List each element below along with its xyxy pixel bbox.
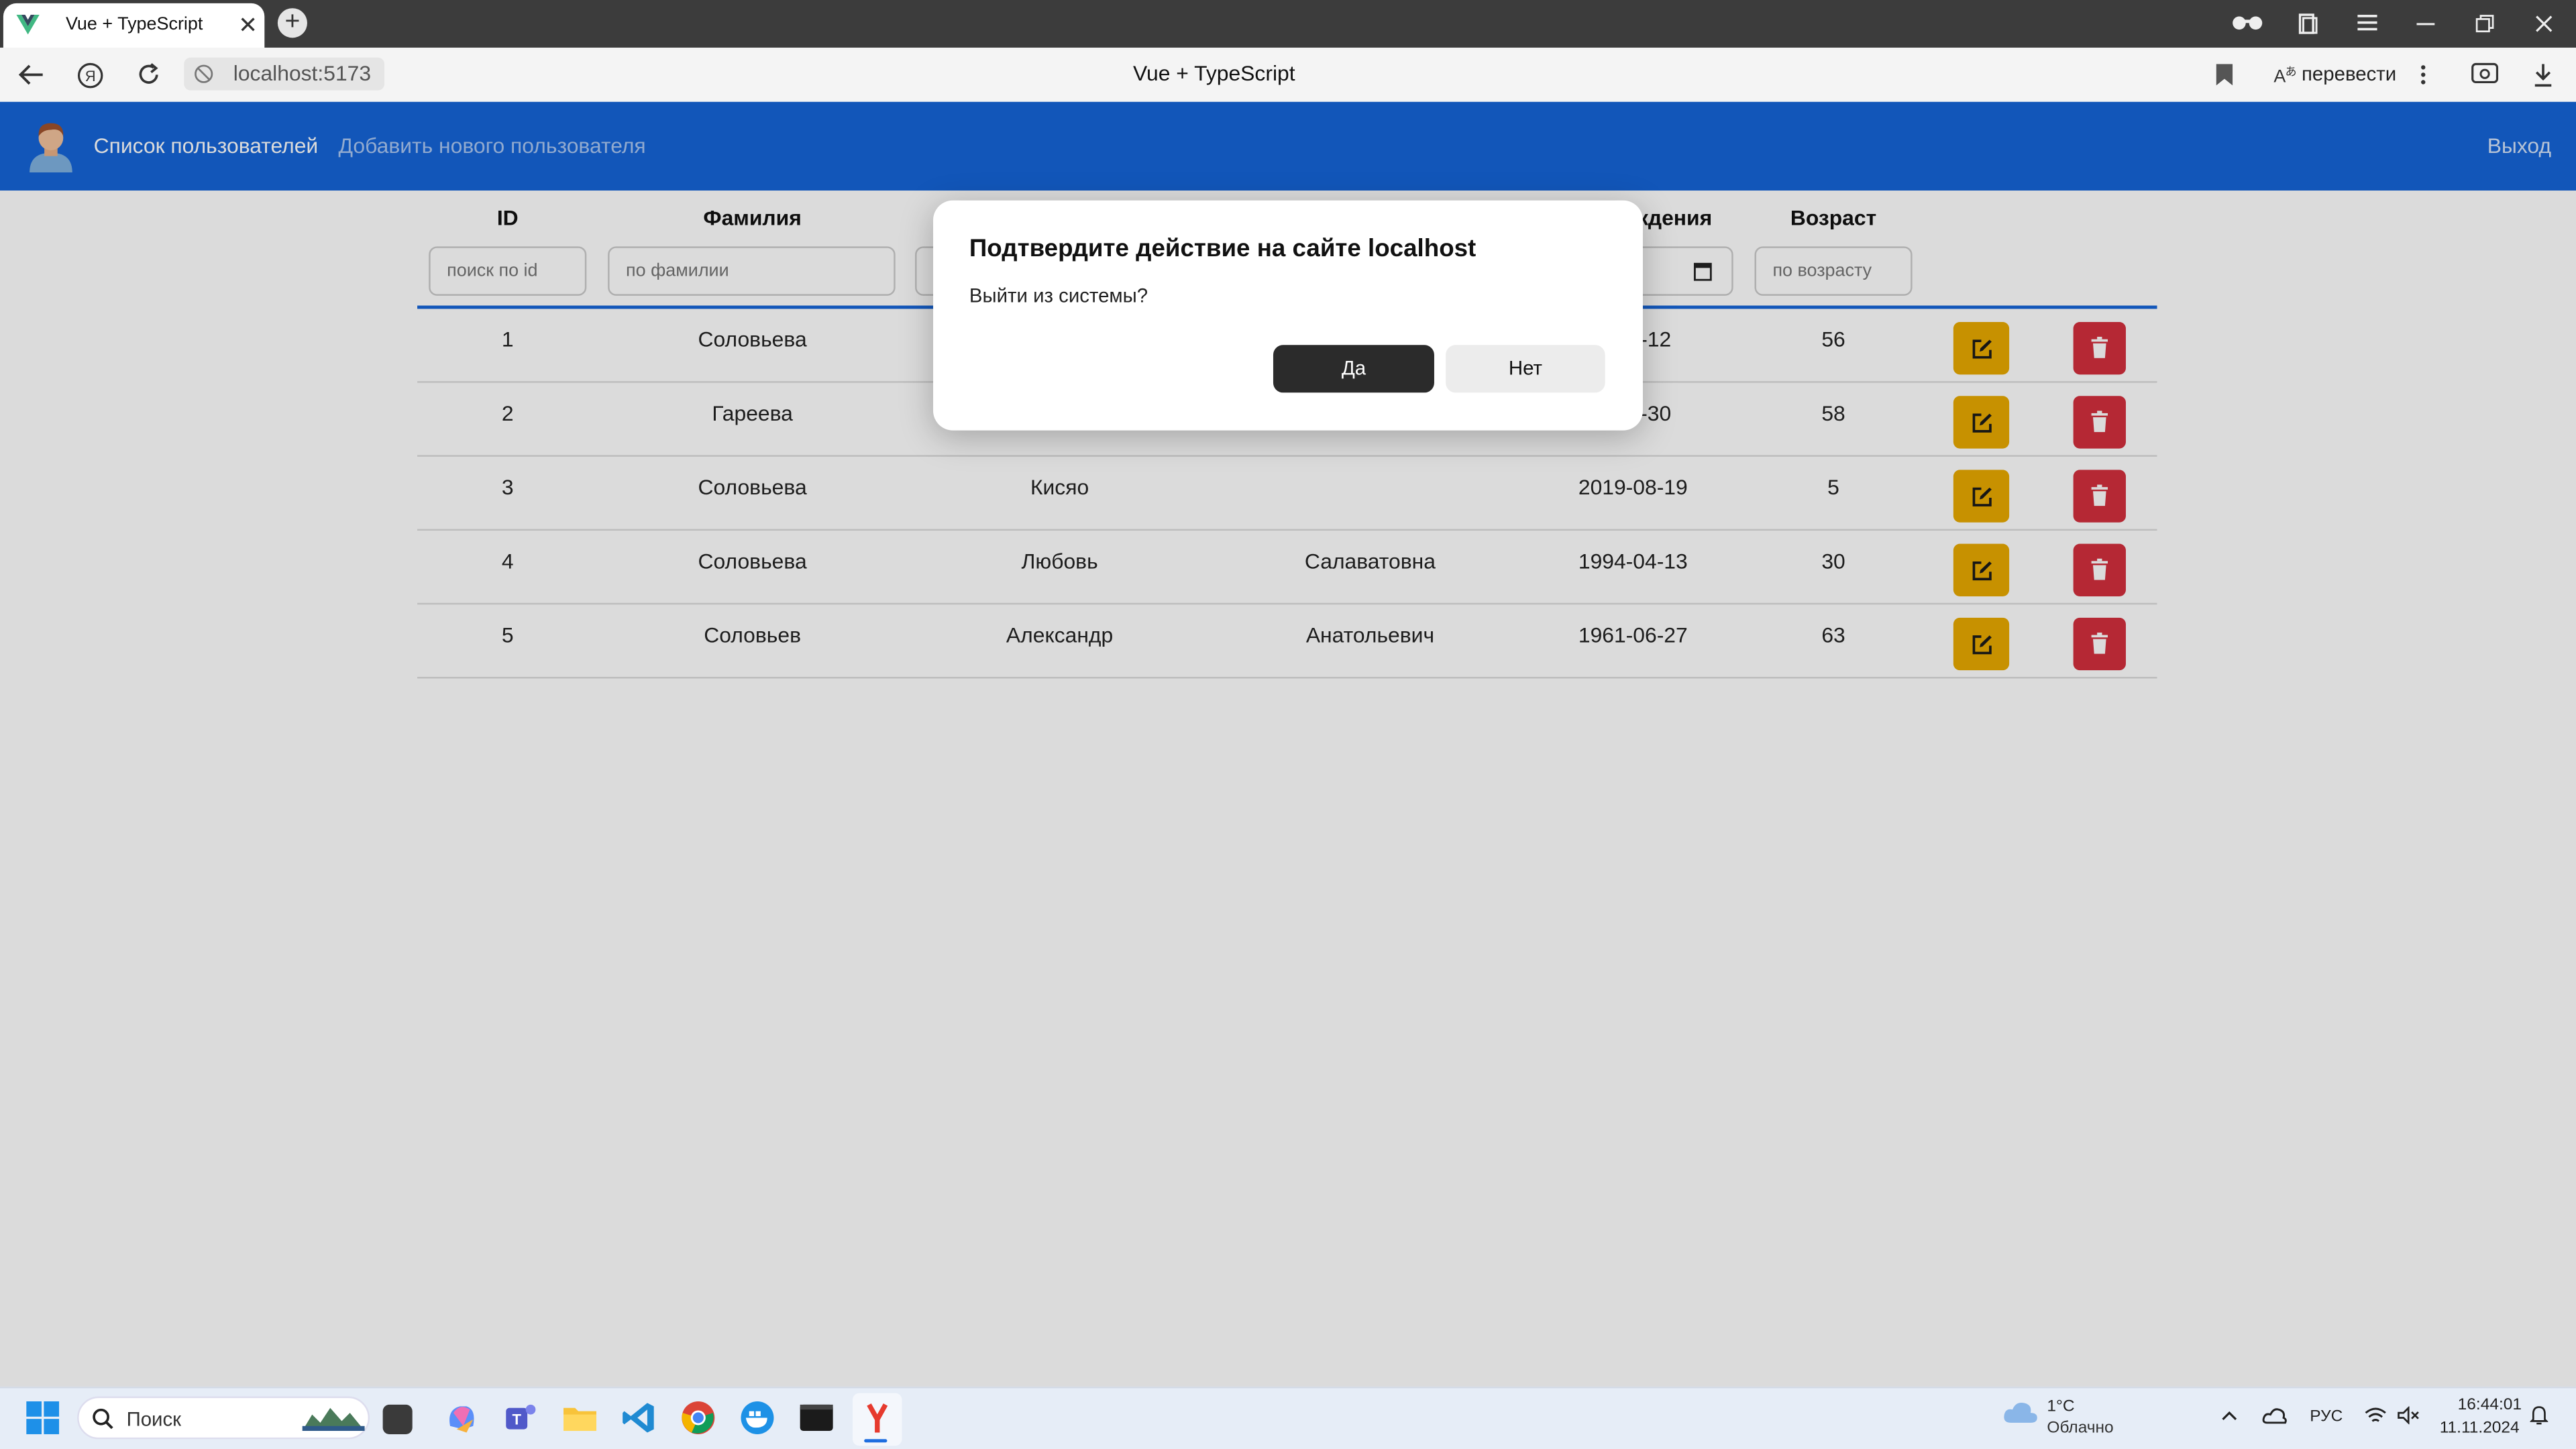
language-indicator[interactable]: РУС [2310, 1408, 2343, 1426]
docker-icon[interactable] [739, 1400, 775, 1436]
notification-bell-icon[interactable] [2530, 1405, 2548, 1426]
confirm-yes-button[interactable]: Да [1273, 345, 1434, 393]
browser-tabstrip [0, 0, 2576, 48]
task-view-icon[interactable] [382, 1404, 413, 1434]
taskbar-search[interactable]: Поиск [77, 1396, 370, 1440]
yandex-browser-icon[interactable] [859, 1400, 896, 1436]
search-icon [93, 1408, 113, 1430]
chrome-icon[interactable] [680, 1400, 716, 1436]
search-highlight-icon [302, 1407, 365, 1432]
translate-icon[interactable]: Aあ [2273, 62, 2297, 86]
bookmark-icon[interactable] [2216, 64, 2233, 86]
terminal-icon[interactable] [798, 1400, 835, 1436]
vscode-icon[interactable] [621, 1400, 657, 1436]
svg-text:A: A [2273, 66, 2286, 85]
teams-icon[interactable]: T [502, 1400, 539, 1436]
dialog-title: Подтвердите действие на сайте localhost [969, 235, 1477, 263]
screen: Vue + TypeScript ✕ + Я localhost:5173 Vu… [0, 0, 2576, 1449]
page-title: Vue + TypeScript [1132, 60, 1295, 86]
svg-text:T: T [512, 1411, 521, 1428]
collections-icon[interactable] [2297, 13, 2318, 35]
file-explorer-icon[interactable] [562, 1400, 598, 1436]
close-icon[interactable] [2535, 15, 2553, 33]
browser-tab[interactable]: Vue + TypeScript ✕ [3, 3, 265, 48]
weather-cloud-icon[interactable] [2002, 1400, 2039, 1425]
tab-close-icon[interactable]: ✕ [238, 11, 258, 40]
weather-temp: 1°C [2047, 1398, 2075, 1417]
restore-icon[interactable] [2475, 15, 2494, 33]
copilot-icon[interactable] [443, 1400, 480, 1436]
screenshot-icon[interactable] [2471, 62, 2499, 87]
search-placeholder: Поиск [126, 1407, 182, 1432]
reader-icon[interactable] [2231, 15, 2264, 31]
dialog-message: Выйти из системы? [969, 284, 1148, 307]
confirm-no-button[interactable]: Нет [1446, 345, 1605, 393]
clock-date[interactable]: 11.11.2024 [2440, 1419, 2520, 1438]
menu-icon[interactable] [2357, 15, 2377, 31]
active-app-indicator [864, 1439, 888, 1443]
download-icon[interactable] [2533, 62, 2553, 87]
clock-time[interactable]: 16:44:01 [2458, 1397, 2522, 1415]
translate-button[interactable]: перевести [2302, 62, 2396, 85]
onedrive-icon[interactable] [2262, 1406, 2287, 1424]
more-icon[interactable] [2420, 64, 2426, 86]
new-tab-button[interactable]: + [277, 8, 307, 38]
tab-title: Vue + TypeScript [65, 15, 203, 35]
weather-description: Облачно [2047, 1419, 2114, 1438]
volume-muted-icon[interactable] [2397, 1406, 2420, 1425]
wifi-icon[interactable] [2364, 1406, 2387, 1424]
chevron-up-icon[interactable] [2221, 1409, 2237, 1421]
vue-logo-icon [16, 15, 40, 35]
svg-text:あ: あ [2286, 65, 2297, 78]
windows-start-icon[interactable] [26, 1401, 60, 1434]
minimize-icon[interactable] [2416, 23, 2435, 26]
